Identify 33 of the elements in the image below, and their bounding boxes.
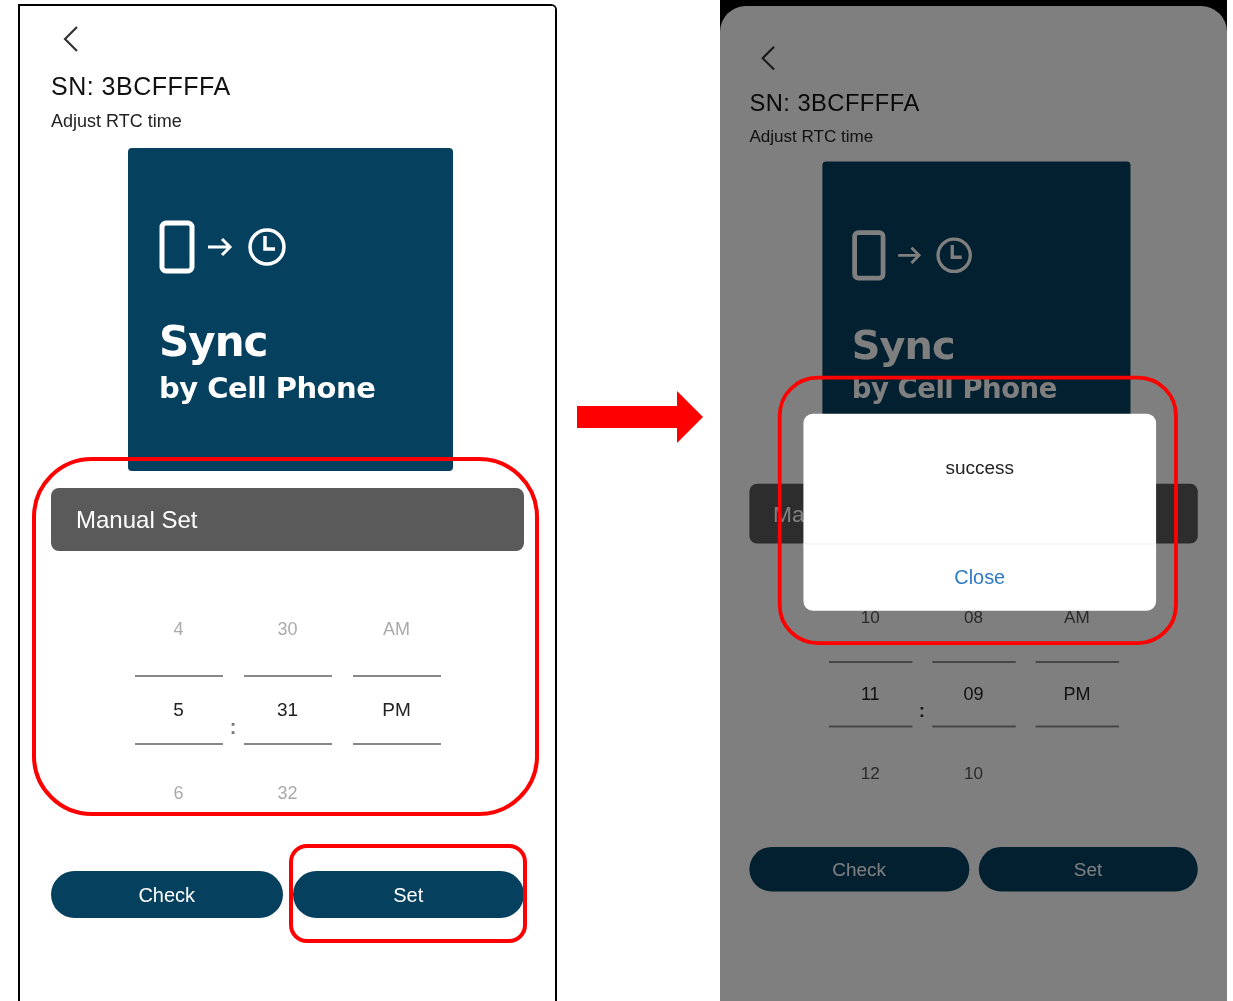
picker-option[interactable]: 12 <box>860 761 880 785</box>
picker-option[interactable]: 30 <box>277 617 298 641</box>
picker-option[interactable]: 4 <box>173 617 184 641</box>
manual-set-bar[interactable]: Manual Set <box>51 488 524 551</box>
close-button[interactable]: Close <box>950 562 1009 593</box>
action-button[interactable]: Set <box>978 846 1198 892</box>
manual-set-label: Manual Set <box>76 504 198 535</box>
picker-selected-value[interactable]: 31 <box>276 695 299 725</box>
picker-selected-value[interactable]: PM <box>1063 680 1091 708</box>
picker-selected-value[interactable]: 09 <box>963 680 984 708</box>
phone-to-clock-icon <box>851 229 975 281</box>
picker-option[interactable]: 10 <box>964 761 984 785</box>
card-subtitle: by Cell Phone <box>159 370 377 407</box>
subtitle: Adjust RTC time <box>749 125 874 147</box>
card-title: Sync <box>851 320 956 371</box>
serial-number: SN: 3BCFFFFA <box>51 71 231 102</box>
subtitle: Adjust RTC time <box>51 110 182 132</box>
action-button[interactable]: Set <box>292 871 524 918</box>
phone-to-clock-icon <box>159 220 289 274</box>
time-separator: : <box>918 699 926 723</box>
action-button[interactable]: Check <box>749 846 969 892</box>
picker-selected-value[interactable]: 5 <box>173 695 184 725</box>
sync-card[interactable]: Sync by Cell Phone <box>128 148 453 471</box>
arrow-icon <box>577 391 703 443</box>
picker-selected-value[interactable]: 11 <box>860 680 880 708</box>
picker-option[interactable]: AM <box>383 617 410 641</box>
picker-selected-value[interactable]: PM <box>382 695 411 725</box>
time-separator: : <box>229 715 237 740</box>
action-button[interactable]: Check <box>51 871 283 918</box>
picker-option[interactable]: 32 <box>277 781 298 805</box>
card-title: Sync <box>159 316 269 368</box>
serial-number: SN: 3BCFFFFA <box>749 88 920 118</box>
picker-option[interactable]: 6 <box>173 781 184 805</box>
